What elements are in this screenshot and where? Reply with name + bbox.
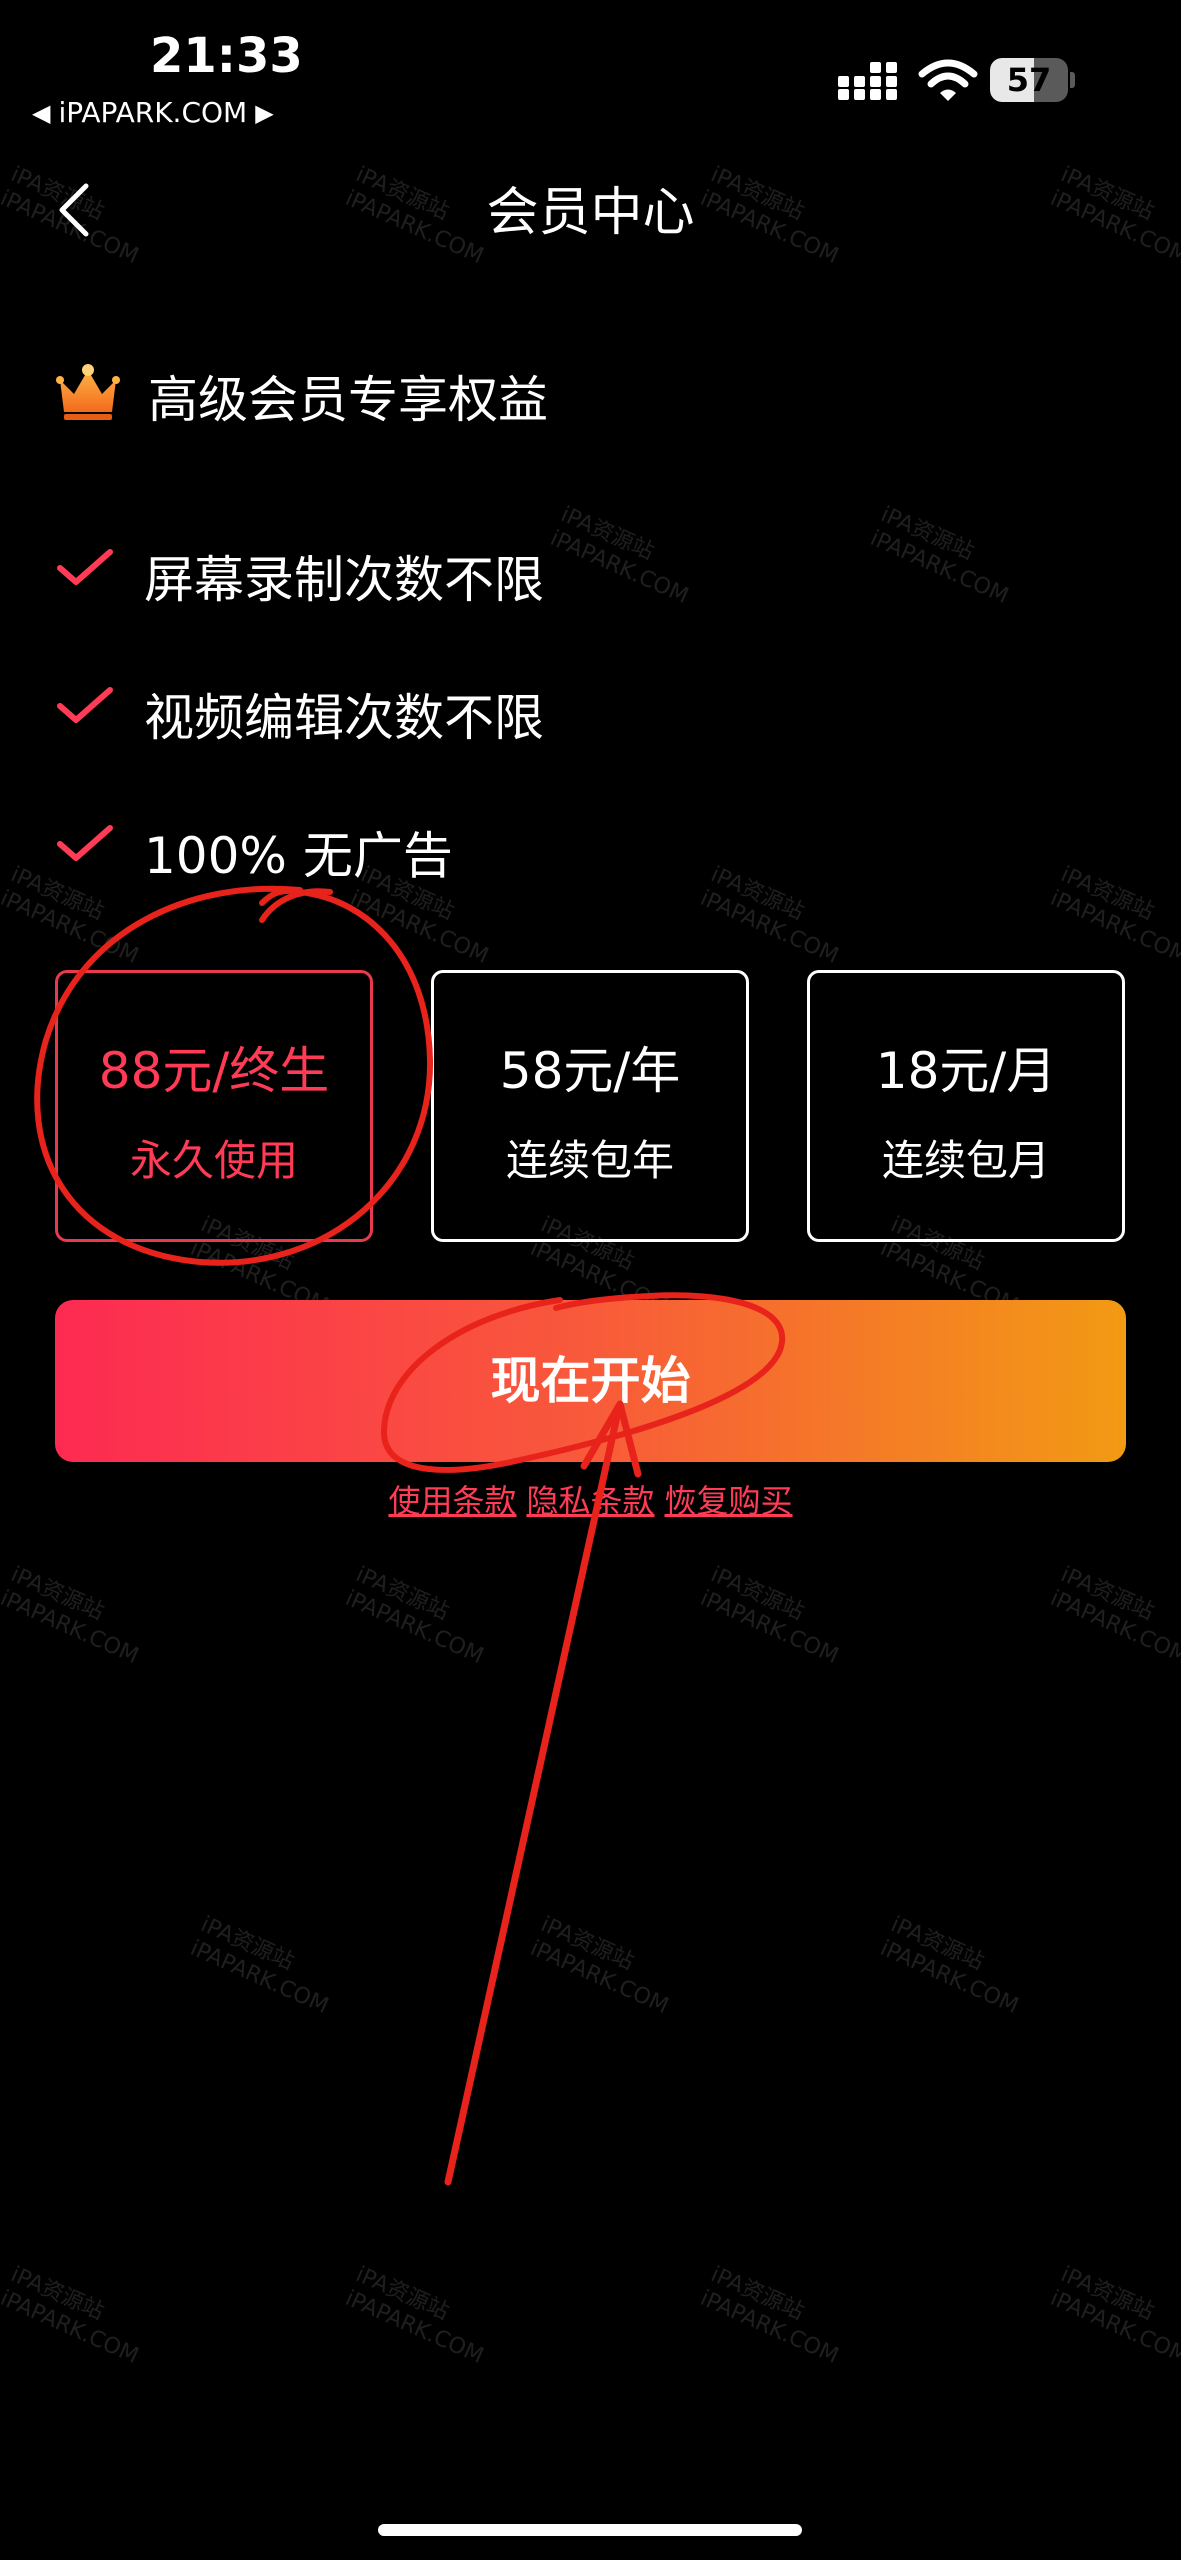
watermark-text: iPA资源站 iPAPARK.COM: [696, 862, 842, 970]
watermark-text: iPA资源站 iPAPARK.COM: [526, 1912, 672, 2020]
plan-price: 88元/终生: [98, 1042, 330, 1100]
annotation-arrow-shaft: [444, 1408, 622, 2186]
plan-yearly-card[interactable]: 58元/年 连续包年: [431, 970, 749, 1242]
watermark-text: iPA资源站 iPAPARK.COM: [0, 2262, 142, 2370]
checkmark-icon: [57, 549, 113, 585]
terms-of-use-link[interactable]: 使用条款: [388, 1482, 516, 1520]
plan-description: 连续包月: [881, 1136, 1050, 1185]
back-app-label: iPAPARK.COM: [58, 96, 248, 129]
legal-links: 使用条款 隐私条款 恢复购买: [0, 1476, 1181, 1522]
plan-description: 连续包年: [505, 1136, 674, 1185]
plan-price: 58元/年: [499, 1042, 681, 1100]
crown-icon: [56, 364, 120, 420]
watermark-text: iPA资源站 iPAPARK.COM: [546, 502, 692, 610]
watermark-text: iPA资源站 iPAPARK.COM: [696, 1562, 842, 1670]
watermark-text: iPA资源站 iPAPARK.COM: [866, 502, 1012, 610]
restore-purchase-link[interactable]: 恢复购买: [665, 1482, 793, 1520]
cellular-signal-icon: [838, 62, 897, 100]
watermark-text: iPA资源站 iPAPARK.COM: [0, 862, 142, 970]
benefits-heading: 高级会员专享权益: [148, 371, 548, 429]
watermark-text: iPA资源站 iPAPARK.COM: [341, 2262, 487, 2370]
checkmark-icon: [57, 825, 113, 861]
plan-monthly-card[interactable]: 18元/月 连续包月: [807, 970, 1125, 1242]
plan-price: 18元/月: [875, 1042, 1057, 1100]
battery-icon: 57: [990, 58, 1076, 102]
back-to-app-link[interactable]: ◀ iPAPARK.COM ▶: [32, 96, 274, 129]
benefit-item: 屏幕录制次数不限: [144, 551, 544, 609]
page-title: 会员中心: [486, 183, 695, 243]
watermark-text: iPA资源站 iPAPARK.COM: [1046, 2262, 1181, 2370]
home-indicator: [378, 2524, 802, 2536]
forward-triangle-icon: ▶: [255, 98, 274, 127]
wifi-icon: [918, 59, 978, 101]
benefit-item: 视频编辑次数不限: [144, 689, 544, 747]
checkmark-icon: [57, 687, 113, 723]
privacy-policy-link[interactable]: 隐私条款: [526, 1482, 654, 1520]
annotation-stroke: [259, 888, 333, 923]
watermark-text: iPA资源站 iPAPARK.COM: [876, 1912, 1022, 2020]
status-time: 21:33: [150, 28, 303, 84]
watermark-text: iPA资源站 iPAPARK.COM: [186, 1912, 332, 2020]
back-triangle-icon: ◀: [32, 98, 51, 127]
plan-description: 永久使用: [129, 1136, 298, 1185]
battery-percentage: 57: [1006, 61, 1052, 99]
plan-lifetime-card[interactable]: 88元/终生 永久使用: [55, 970, 373, 1242]
start-now-label: 现在开始: [490, 1352, 691, 1410]
watermark-text: iPA资源站 iPAPARK.COM: [1046, 862, 1181, 970]
watermark-text: iPA资源站 iPAPARK.COM: [696, 2262, 842, 2370]
watermark-text: iPA资源站 iPAPARK.COM: [1046, 1562, 1181, 1670]
watermark-text: iPA资源站 iPAPARK.COM: [0, 1562, 142, 1670]
watermark-text: iPA资源站 iPAPARK.COM: [341, 1562, 487, 1670]
benefit-item: 100% 无广告: [144, 827, 453, 885]
start-now-button[interactable]: 现在开始: [55, 1300, 1126, 1462]
